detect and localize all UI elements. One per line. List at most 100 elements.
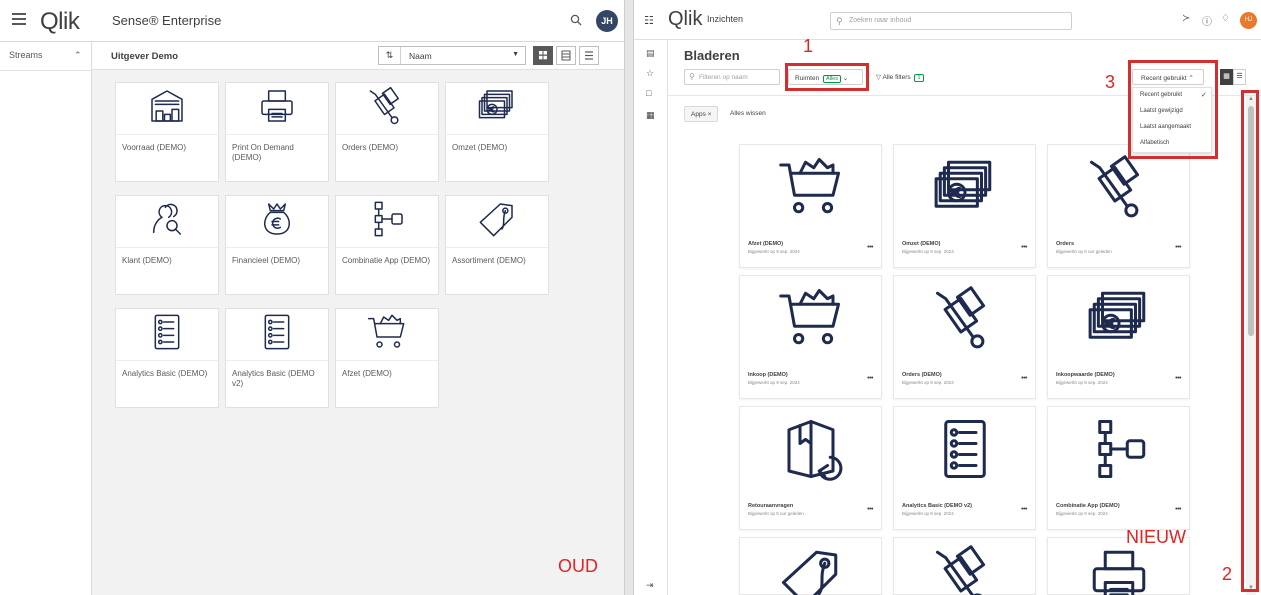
old-app-tile[interactable]: Omzet (DEMO) — [445, 82, 549, 182]
streams-label[interactable]: Streams — [9, 50, 43, 60]
new-app-tile[interactable]: Orders (DEMO) Bijgewerkt op 9 sep. 2024 … — [893, 275, 1036, 399]
app-tile-name: Orders (DEMO) — [342, 143, 398, 152]
hamburger-menu-icon[interactable] — [12, 13, 26, 26]
new-app-tile[interactable]: Analytics Basic (DEMO v2) Bijgewerkt op … — [893, 406, 1036, 530]
browse-catalog-icon[interactable]: ▦ — [646, 110, 655, 121]
app-thumbnail — [894, 407, 1035, 495]
table-view-button[interactable] — [556, 46, 576, 65]
sidebar-divider — [0, 70, 92, 71]
old-app-tile[interactable]: Analytics Basic (DEMO) — [115, 308, 219, 408]
new-app-tile[interactable]: Omzet (DEMO) Bijgewerkt op 9 sep. 2024 •… — [893, 144, 1036, 268]
app-tile-name: Omzet (DEMO) — [902, 241, 941, 247]
sort-dropdown[interactable]: ⇅ Naam ▼ — [378, 46, 526, 65]
collapse-rail-icon[interactable]: ⇥ — [646, 580, 654, 591]
grid-view-button[interactable]: ▦ — [1220, 69, 1233, 85]
new-app-tile[interactable]: Inkoop (DEMO) Bijgewerkt op 9 sep. 2024 … — [739, 275, 882, 399]
app-launcher-icon[interactable]: ☷ — [644, 14, 654, 27]
old-interface-pane: Qlik Sense® Enterprise JH Streams ⌃ Uitg… — [0, 0, 624, 595]
flow-diagram-icon — [367, 199, 407, 244]
list-view-button[interactable]: ☰ — [1233, 69, 1246, 85]
product-name: Sense® Enterprise — [112, 13, 222, 28]
content-search-input[interactable]: ⚲ Zoeken naar inhoud — [830, 12, 1072, 30]
app-thumbnail — [740, 538, 881, 595]
old-app-tile[interactable]: Financieel (DEMO) — [225, 195, 329, 295]
all-filters-count: 1 — [914, 74, 924, 82]
shopping-cart-icon — [367, 312, 407, 357]
annotation-box-3 — [1128, 60, 1218, 159]
more-options-icon[interactable]: ••• — [1021, 506, 1027, 513]
new-app-tile[interactable]: Inkoopwaarde (DEMO) Bijgewerkt op 9 sep.… — [1047, 275, 1190, 399]
old-app-tile[interactable]: Klant (DEMO) — [115, 195, 219, 295]
old-app-tile[interactable]: Orders (DEMO) — [335, 82, 439, 182]
app-thumbnail — [226, 309, 328, 361]
old-app-tile[interactable]: Afzet (DEMO) — [335, 308, 439, 408]
more-options-icon[interactable]: ••• — [1021, 375, 1027, 382]
app-tile-updated: Bijgewerkt op 9 sep. 2024 — [748, 380, 800, 385]
more-options-icon[interactable]: ••• — [867, 375, 873, 382]
new-app-tile-partial[interactable] — [739, 537, 882, 595]
apps-filter-chip[interactable]: Apps × — [684, 106, 718, 122]
more-options-icon[interactable]: ••• — [867, 244, 873, 251]
share-icon[interactable]: ≻ — [1182, 13, 1190, 24]
annotation-number-1: 1 — [803, 36, 814, 56]
sort-order-icon[interactable]: ⇅ — [379, 47, 401, 64]
qlik-logo[interactable]: Qlik — [40, 8, 80, 36]
checklist-icon — [257, 312, 297, 357]
chevron-up-icon[interactable]: ⌃ — [74, 50, 82, 61]
new-app-tile[interactable]: Retouraanvragen Bijgewerkt op 5 uur gele… — [739, 406, 882, 530]
notification-bell-icon[interactable]: ♢ — [1221, 13, 1230, 24]
hand-truck-icon — [367, 86, 407, 131]
more-options-icon[interactable]: ••• — [1175, 506, 1181, 513]
app-thumbnail — [1048, 276, 1189, 364]
old-app-tile[interactable]: Analytics Basic (DEMO v2) — [225, 308, 329, 408]
analytics-icon[interactable]: ▤ — [646, 48, 655, 59]
collections-icon[interactable]: □ — [646, 88, 651, 98]
more-options-icon[interactable]: ••• — [1021, 244, 1027, 251]
app-tile-name: Financieel (DEMO) — [232, 256, 301, 265]
app-thumbnail — [894, 276, 1035, 364]
list-view-button[interactable] — [579, 46, 599, 65]
old-app-tile[interactable]: Assortiment (DEMO) — [445, 195, 549, 295]
flow-diagram-icon — [1086, 416, 1152, 487]
annotation-box-1 — [785, 63, 869, 91]
shopping-cart-icon — [778, 285, 844, 356]
search-placeholder: Zoeken naar inhoud — [849, 17, 912, 24]
help-icon[interactable]: ⓘ — [1202, 13, 1212, 28]
product-name[interactable]: Inzichten — [707, 14, 743, 24]
app-thumbnail — [226, 196, 328, 248]
new-app-tile-partial[interactable] — [893, 537, 1036, 595]
new-app-tile[interactable]: Orders Bijgewerkt op 6 uur geleden ••• — [1047, 144, 1190, 268]
more-options-icon[interactable]: ••• — [867, 506, 873, 513]
user-avatar[interactable]: HJ — [1240, 12, 1257, 29]
app-thumbnail — [446, 83, 548, 135]
app-thumbnail — [336, 309, 438, 361]
grid-view-button[interactable] — [533, 46, 553, 65]
chip-label: Apps — [691, 111, 706, 118]
new-app-tile[interactable]: Afzet (DEMO) Bijgewerkt op 9 sep. 2024 •… — [739, 144, 882, 268]
old-sidebar: Streams ⌃ — [0, 42, 92, 595]
all-filters-button[interactable]: ▽ Alle filters 1 — [872, 69, 942, 85]
qlik-logo[interactable]: Qlik — [668, 8, 702, 31]
clear-all-link[interactable]: Alles wissen — [730, 110, 766, 117]
app-tile-name: Voorraad (DEMO) — [122, 143, 187, 152]
old-app-tile[interactable]: Print On Demand (DEMO) — [225, 82, 329, 182]
printer-icon — [1086, 544, 1152, 595]
price-tag-icon — [477, 199, 517, 244]
printer-icon — [257, 86, 297, 131]
money-stack-icon — [1086, 285, 1152, 356]
close-icon[interactable]: × — [708, 111, 712, 118]
app-thumbnail — [336, 196, 438, 248]
app-thumbnail — [894, 145, 1035, 233]
filter-by-name-input[interactable]: ⚲ Filteren op naam — [684, 69, 780, 85]
new-app-tile[interactable]: Combinatie App (DEMO) Bijgewerkt op 9 se… — [1047, 406, 1190, 530]
user-avatar[interactable]: JH — [596, 10, 618, 32]
more-options-icon[interactable]: ••• — [1175, 244, 1181, 251]
old-app-tile[interactable]: Voorraad (DEMO) — [115, 82, 219, 182]
more-options-icon[interactable]: ••• — [1175, 375, 1181, 382]
favorites-star-icon[interactable]: ☆ — [646, 68, 654, 79]
app-tile-name: Omzet (DEMO) — [452, 143, 508, 152]
search-icon[interactable] — [570, 13, 582, 31]
old-app-tile[interactable]: Combinatie App (DEMO) — [335, 195, 439, 295]
filter-funnel-icon: ▽ — [876, 74, 881, 81]
app-tile-name: Print On Demand (DEMO) — [232, 143, 294, 162]
